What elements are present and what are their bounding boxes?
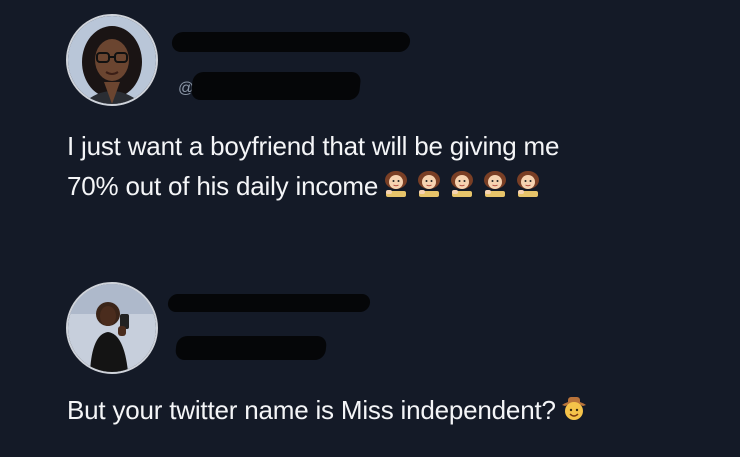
- tweet-body: But your twitter name is Miss independen…: [67, 390, 589, 430]
- redacted-username: [174, 336, 328, 360]
- profile-photo-woman-selfie-icon: [68, 284, 156, 372]
- woman-tipping-hand-icon: [517, 171, 540, 197]
- woman-tipping-hand-icon: [484, 171, 507, 197]
- tweet-body: I just want a boyfriend that will be giv…: [67, 126, 559, 206]
- tweet-reply: But your twitter name is Miss independen…: [0, 260, 740, 457]
- tweet-body-line-2: 70% out of his daily income: [67, 166, 559, 206]
- redacted-display-name: [170, 32, 412, 52]
- tweet-body-line-1: I just want a boyfriend that will be giv…: [67, 131, 560, 161]
- profile-photo-woman-glasses-icon: [68, 16, 156, 104]
- woman-tipping-hand-icon: [418, 171, 441, 197]
- woman-tipping-hand-icon: [385, 171, 408, 197]
- redacted-username: [190, 72, 362, 100]
- avatar-user-2[interactable]: [66, 282, 158, 374]
- tweet-body-text: But your twitter name is Miss independen…: [67, 395, 556, 425]
- tweet-body-line-2-text: 70% out of his daily income: [67, 171, 379, 201]
- emoji-row: [378, 171, 543, 201]
- redacted-display-name: [167, 294, 371, 312]
- cowboy-face-icon: [561, 397, 586, 420]
- avatar-user-1[interactable]: [66, 14, 158, 106]
- tweet-original: @ I just want a boyfriend that will be g…: [0, 0, 740, 235]
- woman-tipping-hand-icon: [451, 171, 474, 197]
